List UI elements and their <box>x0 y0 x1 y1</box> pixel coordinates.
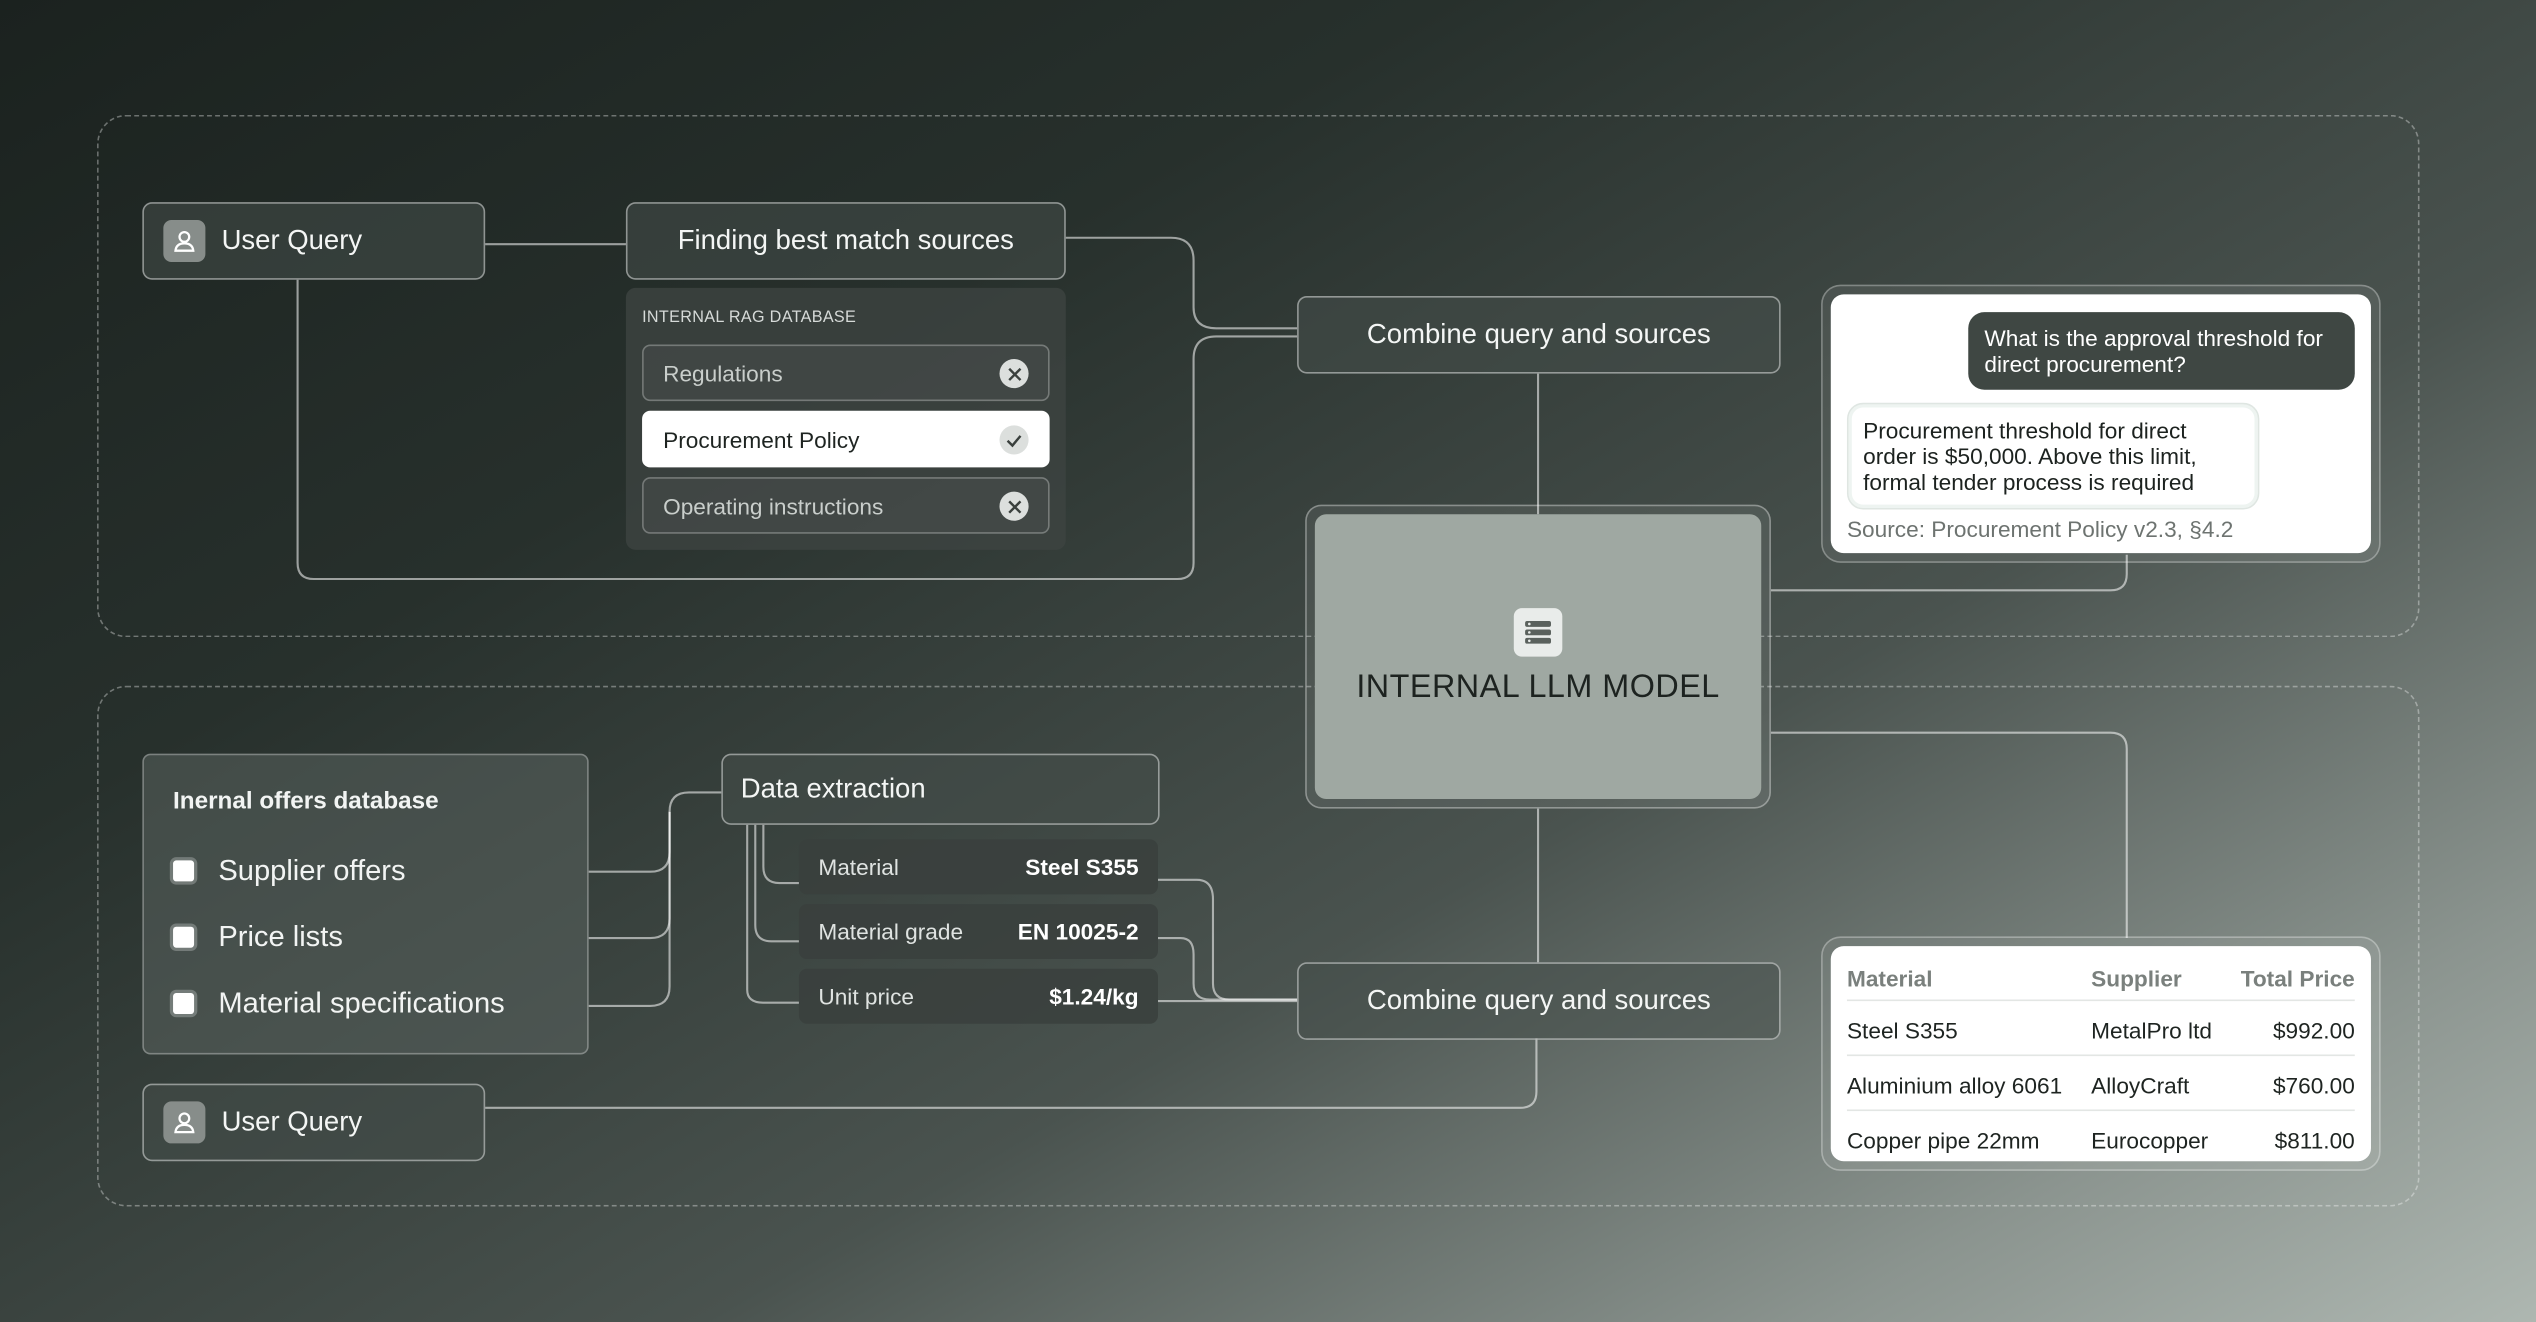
wire-extract-material <box>762 824 799 885</box>
offers-item-label: Supplier offers <box>218 853 406 887</box>
finding-sources-node[interactable]: Finding best match sources <box>625 202 1066 280</box>
table-header-row: Material Supplier Total Price <box>1846 949 2355 1002</box>
extraction-label: Material grade <box>818 918 964 945</box>
user-query-node-top[interactable]: User Query <box>142 202 486 280</box>
chat-source-citation: Source: Procurement Policy v2.3, §4.2 <box>1846 515 2234 542</box>
wire-bottom-query-to-combine <box>485 1038 1538 1109</box>
check-icon[interactable] <box>999 425 1029 455</box>
table-header-cell: Supplier <box>2091 965 2182 992</box>
table-cell: AlloyCraft <box>2091 1072 2190 1099</box>
database-icon <box>1513 607 1563 656</box>
finding-sources-label: Finding best match sources <box>677 224 1014 256</box>
table-header-cell: Total Price <box>2240 965 2355 992</box>
wire-llm-to-table <box>1770 731 2128 939</box>
rag-database-caption: INTERNAL RAG DATABASE <box>642 308 857 327</box>
rag-database-panel: INTERNAL RAG DATABASE Regulations Procur… <box>625 287 1066 550</box>
result-table: Material Supplier Total Price Steel S355… <box>1846 949 2355 1164</box>
extraction-row-material-grade: Material grade EN 10025-2 <box>798 904 1158 960</box>
combine-label: Combine query and sources <box>1366 318 1711 350</box>
chat-answer-bubble: Procurement threshold for direct order i… <box>1846 402 2260 510</box>
table-cell: $760.00 <box>2272 1072 2355 1099</box>
checkbox-icon[interactable] <box>173 860 195 882</box>
chat-answer-card: What is the approval threshold for direc… <box>1821 284 2381 563</box>
combine-label: Combine query and sources <box>1366 984 1711 1016</box>
offers-item-label: Price lists <box>218 920 343 953</box>
source-item-regulations[interactable]: Regulations <box>642 344 1050 402</box>
extraction-row-material: Material Steel S355 <box>798 839 1158 895</box>
user-icon <box>163 1101 206 1144</box>
table-cell: MetalPro ltd <box>2091 1017 2212 1044</box>
close-icon[interactable] <box>999 491 1029 521</box>
wire-finding-to-combine <box>1065 236 1298 330</box>
table-cell: $811.00 <box>2274 1127 2355 1154</box>
llm-model-node[interactable]: INTERNAL LLM MODEL <box>1305 504 1771 809</box>
wire-offers-price <box>588 811 671 940</box>
extraction-value: EN 10025-2 <box>1017 918 1139 945</box>
user-icon <box>163 219 206 263</box>
source-label: Operating instructions <box>663 492 884 519</box>
llm-model-label: INTERNAL LLM MODEL <box>1356 668 1720 705</box>
source-item-procurement-policy[interactable]: Procurement Policy <box>642 410 1050 468</box>
table-cell: Eurocopper <box>2091 1127 2209 1154</box>
combine-node-bottom[interactable]: Combine query and sources <box>1297 962 1781 1040</box>
user-query-label: User Query <box>221 1106 363 1137</box>
checkbox-icon[interactable] <box>173 993 195 1015</box>
wire-grade-to-combine <box>1157 936 1298 1001</box>
data-extraction-node[interactable]: Data extraction <box>721 753 1160 825</box>
wire-offers-specs <box>588 811 671 1008</box>
table-cell: $992.00 <box>2272 1017 2355 1044</box>
table-cell: Aluminium alloy 6061 <box>1846 1072 2063 1099</box>
user-query-node-bottom[interactable]: User Query <box>142 1083 486 1162</box>
table-header-cell: Material <box>1846 965 1933 992</box>
offers-item-material-specifications[interactable]: Material specifications <box>173 987 505 1021</box>
extraction-value: $1.24/kg <box>1049 983 1139 1010</box>
diagram-canvas: User Query Finding best match sources IN… <box>0 0 2536 1321</box>
chat-question-bubble: What is the approval threshold for direc… <box>1968 312 2355 390</box>
offers-database-title: Inernal offers database <box>173 787 439 816</box>
table-row: Steel S355 MetalPro ltd $992.00 <box>1846 1001 2355 1057</box>
extraction-row-unit-price: Unit price $1.24/kg <box>798 968 1158 1024</box>
extraction-value: Steel S355 <box>1025 853 1139 880</box>
offers-item-supplier-offers[interactable]: Supplier offers <box>173 853 406 888</box>
table-cell: Copper pipe 22mm <box>1846 1127 2040 1154</box>
wire-material-to-combine <box>1157 878 1298 1001</box>
data-extraction-label: Data extraction <box>740 773 926 804</box>
offers-database-panel: Inernal offers database Supplier offers … <box>142 753 589 1055</box>
source-label: Regulations <box>663 359 783 386</box>
combine-node-top[interactable]: Combine query and sources <box>1297 295 1781 374</box>
result-table-card: Material Supplier Total Price Steel S355… <box>1821 936 2381 1171</box>
wire-offers-supplier <box>588 791 722 873</box>
extraction-label: Unit price <box>818 983 915 1010</box>
table-row: Copper pipe 22mm Eurocopper $811.00 <box>1847 1111 2355 1164</box>
source-label: Procurement Policy <box>663 426 860 453</box>
table-cell: Steel S355 <box>1846 1017 1958 1044</box>
close-icon[interactable] <box>999 359 1029 389</box>
source-item-operating-instructions[interactable]: Operating instructions <box>642 477 1050 534</box>
offers-item-label: Material specifications <box>218 986 505 1019</box>
offers-item-price-lists[interactable]: Price lists <box>173 920 343 954</box>
user-query-label: User Query <box>221 224 363 256</box>
table-row: Aluminium alloy 6061 AlloyCraft $760.00 <box>1846 1056 2355 1112</box>
extraction-label: Material <box>818 853 899 880</box>
checkbox-icon[interactable] <box>173 926 195 948</box>
